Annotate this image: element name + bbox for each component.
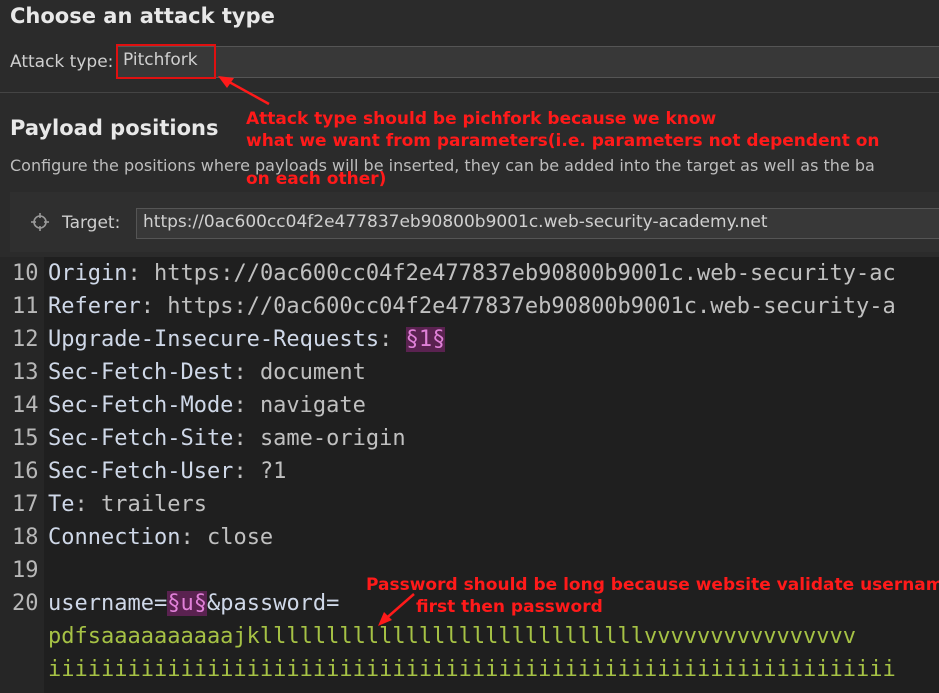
line-number: 18: [12, 525, 39, 550]
body-param-username: username=: [48, 591, 168, 616]
header-value: navigate: [259, 393, 366, 418]
header-value: ?1: [259, 459, 287, 484]
attack-type-label: Attack type:: [10, 52, 114, 72]
line-number: 17: [12, 492, 39, 517]
line-number: 14: [12, 393, 39, 418]
payload-marker[interactable]: §u§: [167, 591, 207, 616]
header-name: Te: [48, 492, 75, 517]
attack-type-title: Choose an attack type: [10, 4, 275, 28]
header-name: Sec-Fetch-Site: [48, 426, 234, 451]
header-name: Upgrade-Insecure-Requests: [48, 327, 380, 352]
payload-positions-title: Payload positions: [10, 116, 219, 140]
line-number: 20: [12, 591, 39, 616]
header-value: https://0ac600cc04f2e477837eb90800b9001c…: [153, 261, 896, 286]
password-annotation: Password should be long because website …: [366, 575, 939, 617]
header-name: Connection: [48, 525, 181, 550]
target-label: Target:: [62, 213, 121, 233]
crosshair-icon: [31, 213, 49, 231]
line-number: 13: [12, 360, 39, 385]
header-name: Origin: [48, 261, 128, 286]
header-value: document: [259, 360, 366, 385]
annotation-arrow-icon: [218, 76, 270, 106]
attack-type-annotation: Attack type should be pichfork because w…: [246, 109, 880, 189]
body-param-password: &password=: [206, 591, 340, 616]
section-divider: [0, 92, 939, 93]
line-number: 15: [12, 426, 39, 451]
line-number: 16: [12, 459, 39, 484]
line-number: 11: [12, 294, 39, 319]
line-number: 19: [12, 558, 39, 583]
header-name: Sec-Fetch-Mode: [48, 393, 234, 418]
header-value: close: [206, 525, 274, 550]
header-value: trailers: [101, 492, 207, 517]
header-name: Sec-Fetch-User: [48, 459, 234, 484]
header-name: Sec-Fetch-Dest: [48, 360, 234, 385]
annotation-arrow-icon: [378, 593, 415, 626]
attack-type-highlight-box: [116, 44, 216, 79]
header-name: Referer: [48, 294, 141, 319]
password-value: pdfsaaaaaaaaaajkllllllllllllllllllllllll…: [48, 624, 856, 649]
payload-marker[interactable]: §1§: [405, 327, 446, 352]
header-value: same-origin: [259, 426, 406, 451]
header-value: https://0ac600cc04f2e477837eb90800b9001c…: [167, 294, 896, 319]
target-url-input[interactable]: https://0ac600cc04f2e477837eb90800b9001c…: [136, 208, 939, 239]
password-value: iiiiiiiiiiiiiiiiiiiiiiiiiiiiiiiiiiiiiiii…: [48, 657, 896, 682]
line-number: 10: [12, 261, 39, 286]
target-url-value: https://0ac600cc04f2e477837eb90800b9001c…: [143, 212, 768, 232]
request-editor[interactable]: 10 Origin: https://0ac600cc04f2e477837eb…: [0, 257, 939, 693]
line-number: 12: [12, 327, 39, 352]
